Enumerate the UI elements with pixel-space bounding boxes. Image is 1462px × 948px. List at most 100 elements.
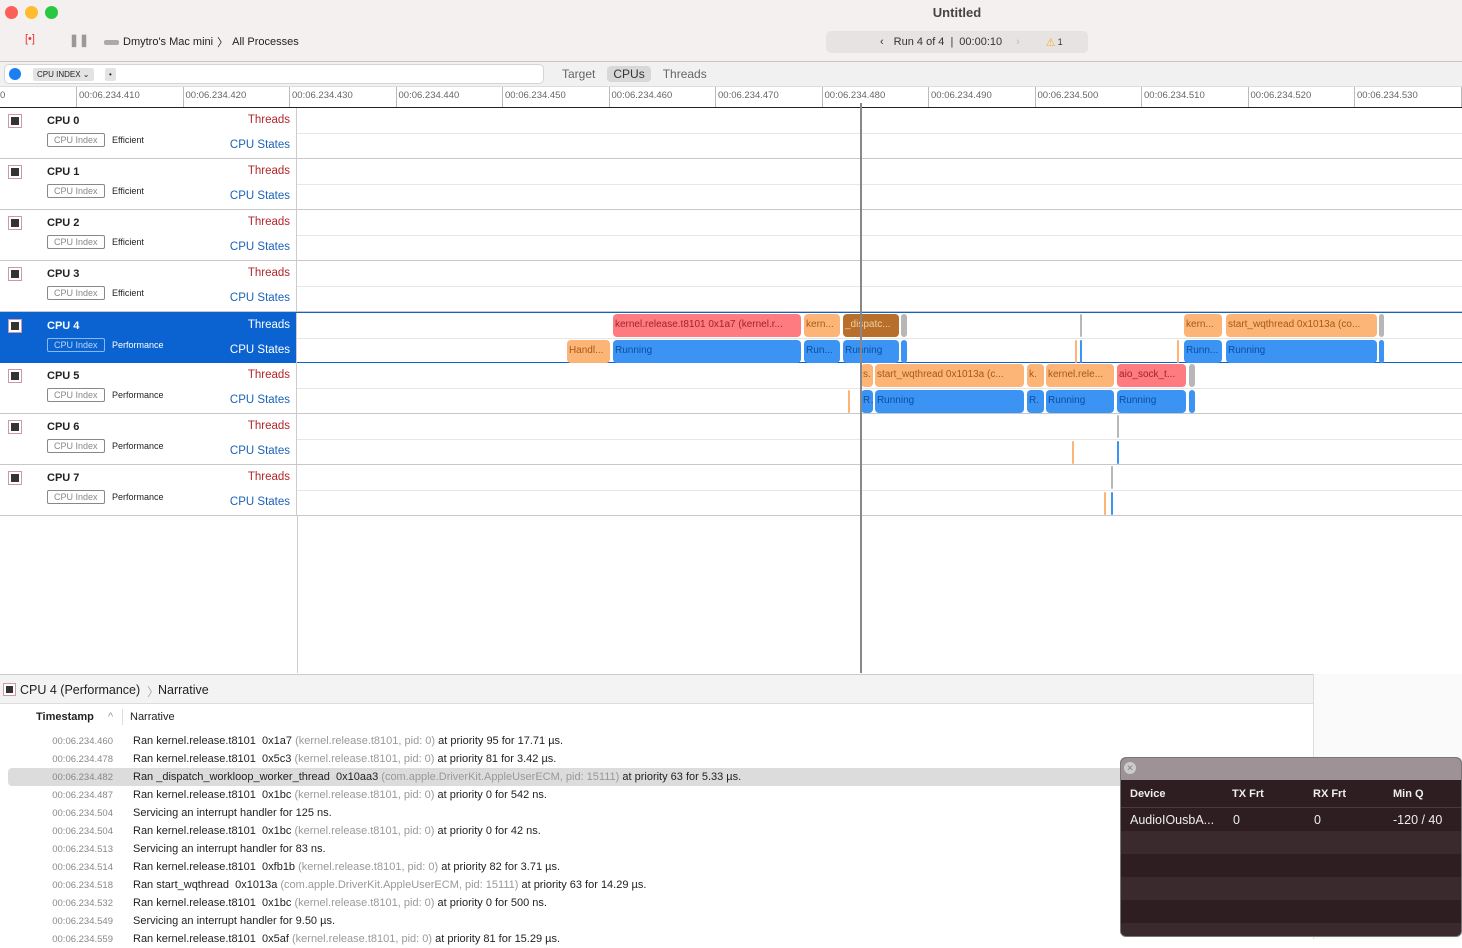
thread-interval[interactable] bbox=[1117, 415, 1119, 438]
panel-titlebar[interactable]: ✕ bbox=[1121, 758, 1461, 780]
threads-lane-label[interactable]: Threads bbox=[248, 319, 290, 331]
thread-interval[interactable] bbox=[1080, 314, 1082, 337]
narrative-row[interactable]: 00:06.234.478 Ran kernel.release.t8101 0… bbox=[8, 750, 1313, 768]
track-header[interactable]: CPU 4 CPU Index Performance Threads CPU … bbox=[0, 313, 297, 363]
filter-input[interactable]: CPU INDEX ⌄ • bbox=[4, 64, 544, 84]
track-header[interactable]: CPU 7 CPU Index Performance Threads CPU … bbox=[0, 465, 297, 515]
cpu-state-interval[interactable]: Running bbox=[843, 340, 899, 363]
cpu-state-interval[interactable] bbox=[1177, 340, 1179, 363]
cpu-states-lane-label[interactable]: CPU States bbox=[230, 496, 290, 508]
target-breadcrumb[interactable]: Dmytro's Mac mini 〉 All Processes bbox=[104, 34, 299, 50]
cpu-states-lane-label[interactable]: CPU States bbox=[230, 394, 290, 406]
cpu-state-interval[interactable] bbox=[1117, 441, 1119, 464]
thread-interval[interactable]: _dispatc... bbox=[843, 314, 899, 337]
cpu-state-interval[interactable] bbox=[1072, 441, 1074, 464]
cpu-state-interval[interactable]: Running bbox=[1226, 340, 1377, 363]
narrative-row[interactable]: 00:06.234.487 Ran kernel.release.t8101 0… bbox=[8, 786, 1313, 804]
narrative-row[interactable]: 00:06.234.518 Ran start_wqthread 0x1013a… bbox=[8, 876, 1313, 894]
thread-interval[interactable] bbox=[1379, 314, 1384, 337]
cpu-state-interval[interactable] bbox=[1111, 492, 1113, 515]
thread-interval[interactable]: kern... bbox=[1184, 314, 1222, 337]
threads-lane-label[interactable]: Threads bbox=[248, 471, 290, 483]
cpu-state-interval[interactable]: Running bbox=[1046, 390, 1114, 413]
tab-target[interactable]: Target bbox=[556, 66, 601, 82]
cpu-track-6[interactable]: CPU 6 CPU Index Performance Threads CPU … bbox=[0, 414, 1462, 465]
filter-token[interactable]: • bbox=[105, 68, 116, 81]
cpu-state-interval[interactable] bbox=[848, 390, 850, 413]
track-header[interactable]: CPU 6 CPU Index Performance Threads CPU … bbox=[0, 414, 297, 464]
close-icon[interactable]: ✕ bbox=[1124, 762, 1136, 774]
narrative-row[interactable]: 00:06.234.504 Ran kernel.release.t8101 0… bbox=[8, 822, 1313, 840]
cpu-state-interval[interactable]: R. bbox=[861, 390, 873, 413]
threads-lane-label[interactable]: Threads bbox=[248, 369, 290, 381]
detail-selection[interactable]: CPU 4 (Performance) bbox=[20, 683, 140, 697]
cpu-state-interval[interactable]: Running bbox=[1117, 390, 1186, 413]
cpu-track-0[interactable]: CPU 0 CPU Index Efficient Threads CPU St… bbox=[0, 108, 1462, 159]
track-color-checkbox[interactable] bbox=[8, 267, 22, 281]
tab-cpus[interactable]: CPUs bbox=[607, 66, 650, 82]
cpu-state-interval[interactable] bbox=[1104, 492, 1106, 515]
threads-lane-label[interactable]: Threads bbox=[248, 216, 290, 228]
cpu-state-interval[interactable]: Handl... bbox=[567, 340, 610, 363]
narrative-row[interactable]: 00:06.234.532 Ran kernel.release.t8101 0… bbox=[8, 894, 1313, 912]
cpu-states-lane-label[interactable]: CPU States bbox=[230, 292, 290, 304]
detail-view[interactable]: Narrative bbox=[158, 683, 209, 697]
pause-button[interactable]: ❚❚ bbox=[69, 33, 89, 47]
cpu-states-lane-label[interactable]: CPU States bbox=[230, 139, 290, 151]
cpu-track-1[interactable]: CPU 1 CPU Index Efficient Threads CPU St… bbox=[0, 159, 1462, 210]
narrative-row[interactable]: 00:06.234.514 Ran kernel.release.t8101 0… bbox=[8, 858, 1313, 876]
cpu-track-7[interactable]: CPU 7 CPU Index Performance Threads CPU … bbox=[0, 465, 1462, 516]
cpu-track-4[interactable]: CPU 4 CPU Index Performance Threads CPU … bbox=[0, 312, 1462, 363]
narrative-row[interactable]: 00:06.234.482 Ran _dispatch_workloop_wor… bbox=[8, 768, 1313, 786]
narrative-row[interactable]: 00:06.234.559 Ran kernel.release.t8101 0… bbox=[8, 930, 1313, 948]
previous-run-button[interactable]: ‹ bbox=[880, 36, 884, 48]
threads-lane-label[interactable]: Threads bbox=[248, 114, 290, 126]
thread-interval[interactable]: start_wqthread 0x1013a (co... bbox=[1226, 314, 1377, 337]
filter-icon[interactable] bbox=[9, 68, 21, 80]
time-ruler[interactable]: 234.40000:06.234.41000:06.234.42000:06.2… bbox=[0, 87, 1462, 108]
track-color-checkbox[interactable] bbox=[8, 369, 22, 383]
thread-interval[interactable]: kern... bbox=[804, 314, 840, 337]
cpu-state-interval[interactable]: Runn... bbox=[1184, 340, 1222, 363]
thread-interval[interactable] bbox=[1189, 364, 1195, 387]
cpu-state-interval[interactable] bbox=[1075, 340, 1077, 363]
track-header[interactable]: CPU 3 CPU Index Efficient Threads CPU St… bbox=[0, 261, 297, 311]
thread-interval[interactable]: kernel.rele... bbox=[1046, 364, 1114, 387]
record-button[interactable]: [•] bbox=[25, 33, 35, 45]
thread-interval[interactable]: s. bbox=[861, 364, 873, 387]
thread-interval[interactable]: start_wqthread 0x1013a (c... bbox=[875, 364, 1024, 387]
narrative-row[interactable]: 00:06.234.513 Servicing an interrupt han… bbox=[8, 840, 1313, 858]
track-color-checkbox[interactable] bbox=[8, 471, 22, 485]
cpu-state-interval[interactable]: Running bbox=[875, 390, 1024, 413]
cpu-state-interval[interactable]: Run... bbox=[804, 340, 840, 363]
track-color-checkbox[interactable] bbox=[8, 216, 22, 230]
thread-interval[interactable]: aio_sock_t... bbox=[1117, 364, 1186, 387]
narrative-row[interactable]: 00:06.234.460 Ran kernel.release.t8101 0… bbox=[8, 732, 1313, 750]
cpu-states-lane-label[interactable]: CPU States bbox=[230, 241, 290, 253]
threads-lane-label[interactable]: Threads bbox=[248, 165, 290, 177]
thread-interval[interactable] bbox=[1111, 466, 1113, 489]
cpu-states-lane-label[interactable]: CPU States bbox=[230, 445, 290, 457]
cpu-state-interval[interactable] bbox=[1080, 340, 1082, 363]
cpu-states-lane-label[interactable]: CPU States bbox=[230, 344, 290, 356]
timestamp-column-header[interactable]: Timestamp bbox=[36, 711, 94, 723]
narrative-row[interactable]: 00:06.234.504 Servicing an interrupt han… bbox=[8, 804, 1313, 822]
panel-row[interactable]: AudioIOusbA... 0 0 -120 / 40 bbox=[1121, 808, 1462, 831]
playhead[interactable] bbox=[860, 103, 862, 673]
cpu-index-filter-chip[interactable]: CPU INDEX ⌄ bbox=[33, 68, 94, 81]
narrative-column-header[interactable]: Narrative bbox=[130, 711, 175, 723]
next-run-button[interactable]: › bbox=[1016, 36, 1020, 48]
warning-icon[interactable]: ⚠ bbox=[1046, 36, 1056, 49]
cpu-states-lane-label[interactable]: CPU States bbox=[230, 190, 290, 202]
threads-lane-label[interactable]: Threads bbox=[248, 267, 290, 279]
track-color-checkbox[interactable] bbox=[8, 319, 22, 333]
cpu-track-5[interactable]: CPU 5 CPU Index Performance Threads CPU … bbox=[0, 363, 1462, 414]
track-header[interactable]: CPU 0 CPU Index Efficient Threads CPU St… bbox=[0, 108, 297, 158]
cpu-state-interval[interactable] bbox=[901, 340, 907, 363]
narrative-row[interactable]: 00:06.234.549 Servicing an interrupt han… bbox=[8, 912, 1313, 930]
track-color-checkbox[interactable] bbox=[8, 165, 22, 179]
cpu-track-2[interactable]: CPU 2 CPU Index Efficient Threads CPU St… bbox=[0, 210, 1462, 261]
track-header[interactable]: CPU 5 CPU Index Performance Threads CPU … bbox=[0, 363, 297, 413]
track-header[interactable]: CPU 2 CPU Index Efficient Threads CPU St… bbox=[0, 210, 297, 260]
threads-lane-label[interactable]: Threads bbox=[248, 420, 290, 432]
